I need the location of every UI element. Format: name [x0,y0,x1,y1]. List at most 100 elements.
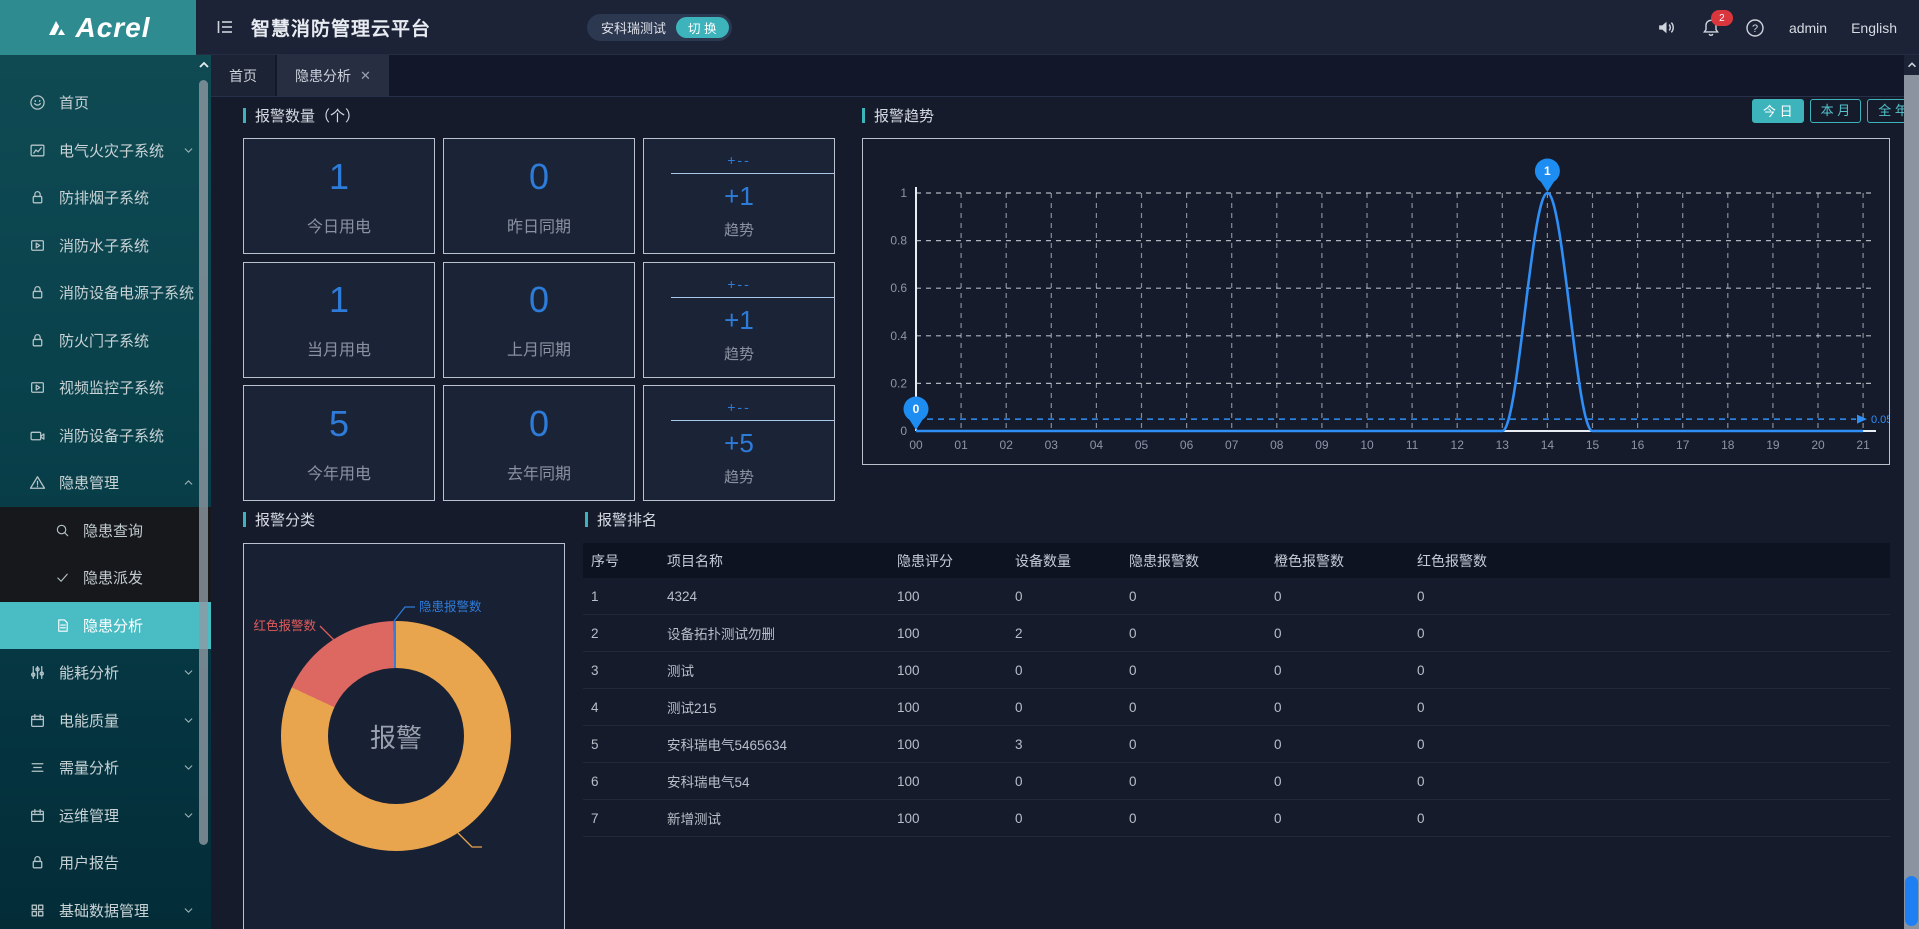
table-cell: 100 [897,663,1015,678]
table-row-7[interactable]: 7新增测试1000000 [583,800,1890,837]
table-row-3[interactable]: 3测试1000000 [583,652,1890,689]
svg-text:09: 09 [1315,438,1329,452]
sidebar-subitem-label: 隐患派发 [83,567,143,588]
sidebar-item-label: 能耗分析 [59,662,119,683]
sidebar-item-12[interactable]: 需量分析 [0,744,211,792]
sidebar-scroll-up-icon[interactable] [197,58,211,72]
sidebar-item-9[interactable]: 隐患管理 [0,459,211,507]
trend-label: 趋势 [724,343,754,364]
sidebar-item-14[interactable]: 用户报告 [0,839,211,887]
sidebar-item-6[interactable]: 防火门子系统 [0,317,211,365]
range-button-今日[interactable]: 今 日 [1752,99,1804,123]
trend-label: 趋势 [724,466,754,487]
table-row-2[interactable]: 2设备拓扑测试勿删1002000 [583,615,1890,652]
table-cell: 0 [1129,737,1274,752]
table-row-5[interactable]: 5安科瑞电气54656341003000 [583,726,1890,763]
video-icon [29,379,46,396]
table-cell: 测试215 [667,697,897,717]
stat-card-今日用电: 1今日用电 [243,138,435,254]
svg-text:0.6: 0.6 [890,281,907,295]
stat-card-今年用电: 5今年用电 [243,385,435,501]
acrel-logo-icon [45,16,69,40]
table-cell: 0 [1015,811,1129,826]
sidebar-subitem-隐患分析[interactable]: 隐患分析 [0,602,211,650]
page-scroll-up-icon[interactable] [1904,55,1919,75]
language-switch[interactable]: English [1851,20,1897,36]
svg-text:0.8: 0.8 [890,234,907,248]
section-title-alarm-count: 报警数量（个） [243,105,360,125]
svg-text:14: 14 [1541,438,1555,452]
donut-center-label: 报警 [281,621,511,851]
page-scrollbar-thumb[interactable] [1905,876,1918,926]
svg-text:隐患报警数: 隐患报警数 [419,599,482,614]
sidebar-item-label: 用户报告 [59,852,119,873]
range-button-本月[interactable]: 本 月 [1810,99,1862,123]
svg-text:08: 08 [1270,438,1284,452]
stat-label: 今年用电 [307,460,371,484]
trend-range-buttons: 今 日本 月全 年 [1752,99,1919,123]
tab-bar: 首页隐患分析✕ [211,55,1919,97]
collapse-sidebar-icon[interactable] [215,17,235,37]
sidebar-item-label: 电气火灾子系统 [59,140,164,161]
table-row-1[interactable]: 143241000000 [583,578,1890,615]
switch-org-button[interactable]: 切 换 [676,17,728,38]
sidebar-item-label: 防排烟子系统 [59,187,149,208]
page-title: 智慧消防管理云平台 [251,14,431,41]
table-header-项目名称: 项目名称 [667,551,897,571]
sidebar-item-15[interactable]: 基础数据管理 [0,887,211,929]
svg-text:11: 11 [1406,438,1419,452]
sidebar-item-8[interactable]: 消防设备子系统 [0,412,211,460]
sidebar-item-5[interactable]: 消防设备电源子系统 [0,269,211,317]
stat-label: 当月用电 [307,336,371,360]
svg-text:07: 07 [1225,438,1239,452]
title-accent-bar [862,108,865,123]
trend-value: +5 [724,428,754,459]
sidebar-item-1[interactable]: 首页 [0,79,211,127]
svg-text:03: 03 [1045,438,1059,452]
trend-sparkline-text: +-- [727,152,751,168]
notification-bell-icon[interactable]: 2 [1701,17,1721,38]
org-selector: 安科瑞测试 切 换 [587,14,732,41]
svg-text:0.4: 0.4 [890,329,907,343]
table-cell: 6 [591,774,667,789]
svg-text:?: ? [1752,23,1758,35]
trend-card: +--+1趋势 [643,262,835,378]
sidebar-subitem-隐患查询[interactable]: 隐患查询 [0,507,211,555]
stat-card-上月同期: 0上月同期 [443,262,635,378]
notification-count-badge: 2 [1711,10,1733,26]
trend-sparkline-line [671,173,834,174]
svg-text:0.2: 0.2 [890,376,907,390]
stat-label: 上月同期 [507,336,571,360]
sidebar-item-3[interactable]: 防排烟子系统 [0,174,211,222]
sidebar-item-7[interactable]: 视频监控子系统 [0,364,211,412]
title-accent-bar [585,512,588,527]
tab-隐患分析[interactable]: 隐患分析✕ [277,55,389,96]
table-row-6[interactable]: 6安科瑞电气541000000 [583,763,1890,800]
table-cell: 100 [897,737,1015,752]
tab-close-icon[interactable]: ✕ [360,68,371,84]
table-cell: 0 [1274,663,1417,678]
sidebar-item-2[interactable]: 电气火灾子系统 [0,127,211,175]
markpoint-pin: 1 [1535,159,1560,193]
help-icon[interactable]: ? [1745,18,1765,38]
alarm-category-panel: 报警 隐患报警数红色报警数 [243,543,565,929]
sidebar-item-11[interactable]: 电能质量 [0,697,211,745]
svg-text:12: 12 [1451,438,1465,452]
speaker-icon[interactable] [1656,17,1677,38]
search-icon [55,523,70,538]
table-row-4[interactable]: 4测试2151000000 [583,689,1890,726]
sidebar-item-label: 隐患管理 [59,472,119,493]
sidebar-item-13[interactable]: 运维管理 [0,792,211,840]
sidebar-menu: 首页电气火灾子系统防排烟子系统消防水子系统消防设备电源子系统防火门子系统视频监控… [0,55,211,929]
table-cell: 4324 [667,589,897,604]
trend-series-line [916,193,1863,431]
sidebar-item-10[interactable]: 能耗分析 [0,649,211,697]
sidebar-item-4[interactable]: 消防水子系统 [0,222,211,270]
page-scrollbar-track[interactable] [1904,75,1919,929]
sidebar-scrollbar-thumb[interactable] [199,80,208,845]
tab-首页[interactable]: 首页 [211,55,275,96]
app-window: Acrel 智慧消防管理云平台 安科瑞测试 切 换 2 ? admin Engl… [0,0,1919,929]
user-menu[interactable]: admin [1789,20,1827,36]
sidebar-subitem-隐患派发[interactable]: 隐患派发 [0,554,211,602]
stat-card-当月用电: 1当月用电 [243,262,435,378]
